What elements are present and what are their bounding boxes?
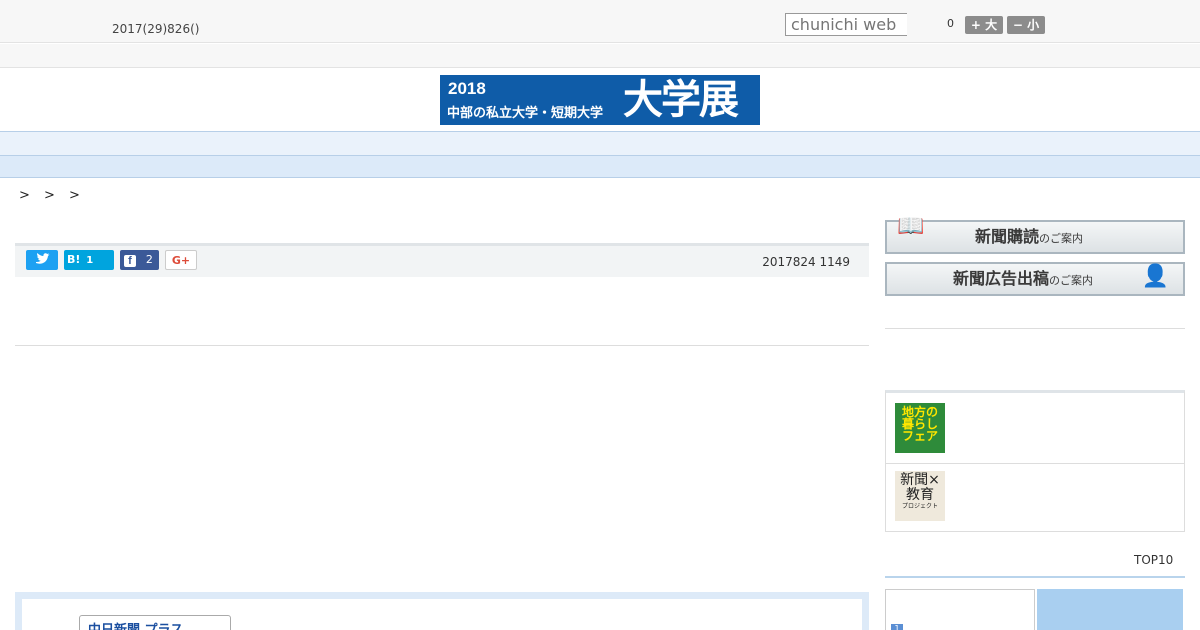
sidebar-divider	[885, 328, 1185, 329]
banner-year: 2018	[448, 79, 486, 98]
advertising-guide-button[interactable]: 新聞広告出稿のご案内 👤	[885, 262, 1185, 296]
rank-badge: 1	[891, 624, 903, 630]
advertising-label: 新聞広告出稿	[953, 269, 1050, 288]
ranking-heading: TOP10	[1134, 553, 1174, 567]
content-divider	[15, 345, 869, 346]
newspaper-education-logo[interactable]: 新聞×教育 プロジェクト	[895, 471, 945, 521]
main-nav	[0, 131, 1200, 156]
font-larger-button[interactable]: + 大	[965, 16, 1003, 34]
ranking-rule	[885, 576, 1185, 578]
hatena-label: B!	[67, 253, 81, 266]
university-expo-banner[interactable]: 2018 中部の私立大学・短期大学 大学展	[440, 75, 760, 125]
banner-subtitle: 中部の私立大学・短期大学	[447, 106, 604, 121]
top-bar: 2017(29)826() 0 + 大 − 小	[0, 0, 1200, 43]
banner-title: 大学展	[623, 77, 739, 123]
subscription-label: 新聞購読	[975, 227, 1040, 246]
share-bar: B! 1 f 2 G+ 2017824 1149	[15, 243, 869, 277]
facebook-count: 2	[145, 253, 153, 266]
links-divider	[886, 463, 1184, 464]
ranking-tab-2[interactable]	[1037, 589, 1183, 630]
facebook-icon: f	[124, 255, 136, 267]
related-links-box: 地方の暮らしフェア 新聞×教育 プロジェクト	[885, 390, 1185, 532]
newspaper-education-sub: プロジェクト	[901, 503, 938, 510]
newspaper-education-title: 新聞×教育	[900, 472, 940, 503]
sub-nav	[0, 156, 1200, 178]
search-input[interactable]	[785, 13, 907, 36]
twitter-share-button[interactable]	[26, 250, 58, 270]
promo-inner: 中日新聞 プラス	[22, 599, 862, 630]
facebook-share-button[interactable]: f 2	[120, 250, 159, 270]
subscription-guide-button[interactable]: 📖 新聞購読のご案内	[885, 214, 1185, 254]
breadcrumb[interactable]: > > >	[19, 188, 85, 203]
chunichi-plus-logo[interactable]: 中日新聞 プラス	[79, 615, 231, 630]
font-size-count: 0	[947, 17, 954, 30]
twitter-bird-icon	[36, 253, 50, 264]
header-band	[0, 44, 1200, 68]
subscription-suffix: のご案内	[1039, 232, 1084, 245]
ranking-tab-1[interactable]	[885, 589, 1035, 630]
promo-box: 中日新聞 プラス	[15, 592, 869, 630]
newspaper-icon: 📖	[897, 214, 925, 239]
font-smaller-button[interactable]: − 小	[1007, 16, 1045, 34]
local-life-fair-logo[interactable]: 地方の暮らしフェア	[895, 403, 945, 453]
advertising-suffix: のご案内	[1049, 274, 1094, 287]
hatena-count: 1	[86, 255, 94, 266]
google-plus-share-button[interactable]: G+	[165, 250, 197, 270]
hatena-bookmark-button[interactable]: B! 1	[64, 250, 114, 270]
article-timestamp: 2017824 1149	[762, 255, 850, 269]
person-icon: 👤	[1141, 264, 1169, 289]
date-text: 2017(29)826()	[112, 22, 200, 36]
